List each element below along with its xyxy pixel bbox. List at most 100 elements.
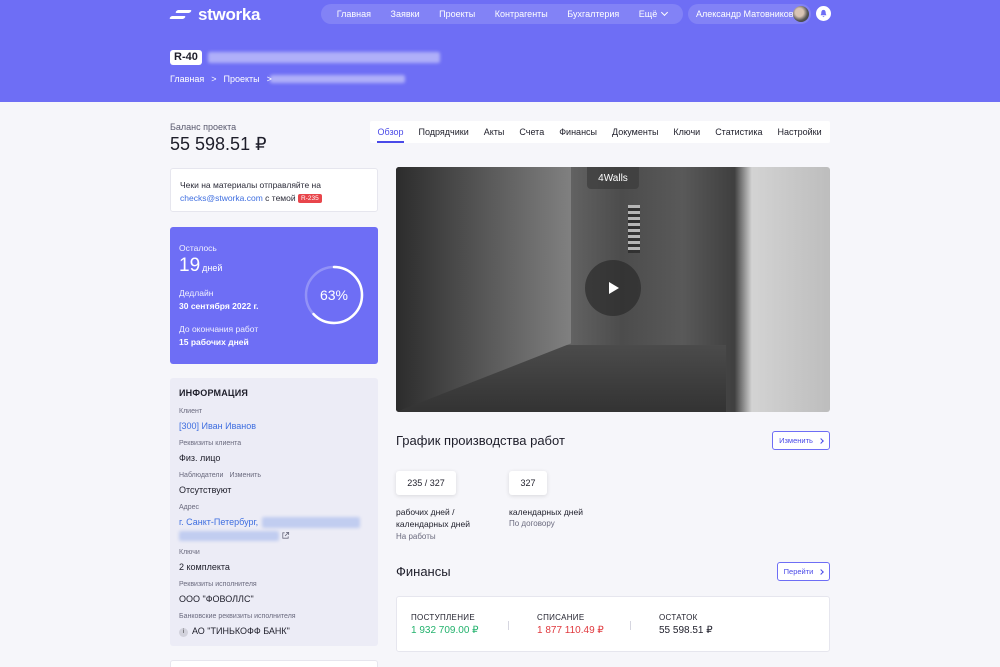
info-icon[interactable]: i (179, 628, 188, 637)
schedule-title: График производства работ (396, 433, 565, 448)
progress-percent: 63% (319, 287, 349, 303)
checks-text-after: с темой (265, 193, 296, 203)
schedule-edit-label: Изменить (779, 436, 813, 445)
redacted-address (262, 517, 360, 528)
executor-req-label: Реквизиты исполнителя (179, 581, 257, 588)
tab-documents[interactable]: Документы (605, 121, 666, 143)
remaining-days-value: 19 (179, 255, 201, 276)
project-tabs: Обзор Подрядчики Акты Счета Финансы Доку… (370, 121, 830, 143)
user-menu[interactable]: Александр Матовников (688, 4, 811, 24)
bank-value: АО "ТИНЬКОФФ БАНК" (192, 626, 290, 636)
expense-value: 1 877 110.49 ₽ (537, 625, 604, 636)
balance-value: 55 598.51 ₽ (170, 134, 267, 154)
deadline-date: 30 сентября 2022 г. (179, 301, 259, 311)
work-end-label: До окончания работ (179, 324, 259, 334)
chevron-right-icon (818, 568, 825, 575)
project-badge: R-40 (170, 50, 202, 65)
subject-tag: R-235 (298, 194, 322, 203)
info-card: ИНФОРМАЦИЯ Клиент [300] Иван Иванов Рекв… (170, 378, 378, 646)
nav-home[interactable]: Главная (337, 9, 371, 19)
address-label: Адрес (179, 504, 200, 511)
finance-go-label: Перейти (783, 567, 814, 576)
logo-text: stworka (198, 5, 261, 24)
client-label: Клиент (179, 408, 203, 415)
finance-divider (630, 621, 631, 630)
rest-value: 55 598.51 ₽ (659, 625, 713, 636)
rest-label: ОСТАТОК (659, 613, 698, 622)
tab-settings[interactable]: Настройки (770, 121, 829, 143)
finance-go-button[interactable]: Перейти (777, 562, 830, 581)
top-header: stworka Главная Заявки Проекты Контраген… (0, 0, 1000, 102)
observers-label-text: Наблюдатели (179, 472, 224, 479)
breadcrumb-projects[interactable]: Проекты (224, 74, 260, 84)
redacted-breadcrumb-current (270, 75, 405, 83)
workdays-desc-line2: календарных дней (396, 519, 470, 529)
remaining-days-unit: дней (202, 263, 223, 273)
client-req-value: Физ. лицо (179, 453, 221, 463)
deadline-label: Дедлайн (179, 288, 214, 298)
client-link[interactable]: [300] Иван Иванов (179, 421, 256, 431)
workdays-desc-line1: рабочих дней / (396, 507, 455, 517)
tab-keys[interactable]: Ключи (666, 121, 708, 143)
expense-label: СПИСАНИЕ (537, 613, 585, 622)
balance-label: Баланс проекта (170, 122, 237, 132)
external-link-icon[interactable] (281, 531, 290, 540)
logo[interactable]: stworka (169, 5, 261, 25)
workdays-desc: рабочих дней / календарных дней (396, 506, 470, 530)
nav-more[interactable]: Ещё (639, 8, 669, 19)
redacted-address-line2 (179, 531, 279, 541)
income-label: ПОСТУПЛЕНИЕ (411, 613, 475, 622)
checks-text: Чеки на материалы отправляйте на (180, 180, 321, 190)
tab-statistics[interactable]: Статистика (708, 121, 770, 143)
checks-info-card: Чеки на материалы отправляйте на checks@… (170, 168, 378, 212)
logo-mark-icon (169, 10, 192, 20)
video-label: 4Walls (587, 167, 639, 189)
remaining-days: 19 дней (179, 255, 222, 277)
deadline-card: Осталось 19 дней Дедлайн 30 сентября 2022… (170, 227, 378, 364)
next-card (170, 660, 378, 667)
nav-requests[interactable]: Заявки (391, 9, 420, 19)
video-frame-window (628, 205, 640, 253)
tab-contractors[interactable]: Подрядчики (411, 121, 476, 143)
work-end-value: 15 рабочих дней (179, 337, 249, 347)
workdays-stat: 235 / 327 (396, 471, 456, 495)
user-name: Александр Матовников (696, 9, 794, 19)
main-nav: Главная Заявки Проекты Контрагенты Бухга… (321, 4, 683, 24)
redacted-project-name (208, 52, 440, 63)
info-title: ИНФОРМАЦИЯ (179, 388, 249, 398)
bell-icon (820, 9, 827, 18)
breadcrumb: Главная > Проекты > (170, 74, 272, 84)
calendar-days-sub: По договору (509, 519, 555, 528)
notifications-button[interactable] (816, 6, 831, 21)
nav-counterparties[interactable]: Контрагенты (495, 9, 548, 19)
tab-invoices[interactable]: Счета (512, 121, 552, 143)
keys-label: Ключи (179, 549, 200, 556)
video-player[interactable]: 4Walls (396, 167, 830, 412)
breadcrumb-home[interactable]: Главная (170, 74, 204, 84)
schedule-edit-button[interactable]: Изменить (772, 431, 830, 450)
client-req-label: Реквизиты клиента (179, 440, 242, 447)
tab-acts[interactable]: Акты (476, 121, 512, 143)
nav-accounting[interactable]: Бухгалтерия (567, 9, 619, 19)
observers-edit-link[interactable]: Изменить (229, 472, 261, 479)
tab-overview[interactable]: Обзор (370, 121, 411, 143)
income-value: 1 932 709.00 ₽ (411, 625, 479, 636)
calendar-days-stat: 327 (509, 471, 547, 495)
play-icon (609, 282, 619, 294)
finance-divider (508, 621, 509, 630)
remaining-label: Осталось (179, 243, 217, 253)
nav-projects[interactable]: Проекты (439, 9, 475, 19)
checks-email-link[interactable]: checks@stworka.com (180, 193, 263, 203)
chevron-right-icon (818, 437, 824, 444)
observers-label: Наблюдатели Изменить (179, 472, 261, 479)
address-link[interactable]: г. Санкт-Петербург, (179, 517, 258, 527)
workdays-sub: На работы (396, 532, 436, 541)
play-button[interactable] (585, 260, 641, 316)
avatar (793, 6, 809, 22)
chevron-down-icon (661, 8, 669, 17)
observers-value: Отсутствуют (179, 485, 232, 495)
bank-value-row: i АО "ТИНЬКОФФ БАНК" (179, 626, 290, 637)
tab-finance[interactable]: Финансы (552, 121, 605, 143)
breadcrumb-separator: > (211, 74, 217, 84)
calendar-days-desc: календарных дней (509, 507, 583, 517)
